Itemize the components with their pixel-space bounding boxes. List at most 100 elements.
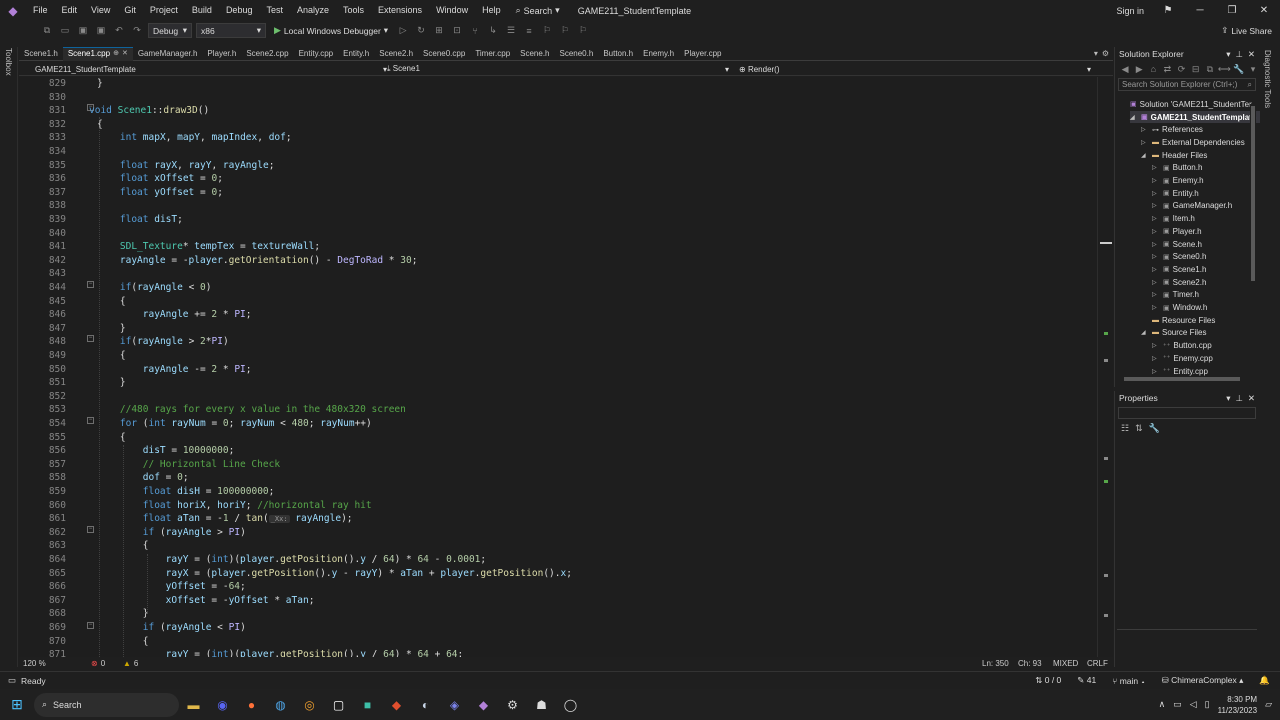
windows-start-icon[interactable]: ⊞ [0,689,34,720]
tab-list-icon[interactable]: ▾ [1094,47,1098,61]
editor-scrollbar[interactable] [1097,77,1113,657]
clock[interactable]: 8:30 PM 11/23/2023 [1218,694,1257,716]
collapsed-arrow-icon[interactable]: ▷ [1152,164,1160,171]
menu-project[interactable]: Project [143,0,185,21]
tree-item[interactable]: ▷ ▣ Enemy.h [1152,174,1260,187]
tab-scene1-cpp[interactable]: Scene1.cpp ⊕ ✕ [62,46,133,61]
live-share-button[interactable]: ⇪ Live Share [1221,21,1272,40]
start-without-debug-icon[interactable]: ▷ [396,24,410,38]
collapsed-arrow-icon[interactable]: ▷ [1152,355,1160,362]
save-icon[interactable]: ▣ [76,24,90,38]
menu-test[interactable]: Test [259,0,290,21]
run-debugger-button[interactable]: ▶ Local Windows Debugger ▾ [270,25,392,36]
search-menu[interactable]: ⌕ Search ▾ [508,5,568,16]
feedback-icon[interactable]: ⚑ [1152,0,1184,21]
tree-item[interactable]: ▷ ▣ GameManager.h [1152,200,1260,213]
tree-item[interactable]: ▷ ▣ Button.h [1152,162,1260,175]
collapsed-arrow-icon[interactable]: ▷ [1152,291,1160,298]
diagnostic-tools-tab[interactable]: Diagnostic Tools [1263,50,1272,108]
close-icon[interactable]: ✕ [122,47,128,61]
volume-icon[interactable]: ◁ [1190,699,1197,710]
properties-icon[interactable]: 🔧 [1233,62,1245,76]
properties-object-select[interactable] [1118,407,1256,419]
bookmark-prev-icon[interactable]: ⚐ [558,24,572,38]
tree-item[interactable]: ▬ Resource Files [1141,314,1260,327]
chevron-down-icon[interactable]: ▾ [1226,49,1230,60]
firefox-icon[interactable]: ● [237,689,266,720]
collapsed-arrow-icon[interactable]: ▷ [1141,139,1149,146]
tree-item[interactable]: ◢ ▬ Header Files [1141,149,1260,162]
settings-icon[interactable]: ⚙ [1102,47,1109,61]
code-editor[interactable]: 829 830 831 832 833 834 835 836 837 838 839 840 841 8… [19,77,1113,657]
collapsed-arrow-icon[interactable]: ▷ [1152,190,1160,197]
indent-mode[interactable]: MIXED [1053,659,1078,668]
menu-edit[interactable]: Edit [55,0,85,21]
battery-icon[interactable]: ▯ [1205,699,1210,710]
menu-view[interactable]: View [84,0,117,21]
redo-icon[interactable]: ↷ [130,24,144,38]
solution-search-input[interactable]: Search Solution Explorer (Ctrl+;) ⌕ [1118,78,1256,91]
visual-studio-icon[interactable]: ◆ [469,689,498,720]
collapsed-arrow-icon[interactable]: ▷ [1152,228,1160,235]
output-icon[interactable]: ▭ [8,675,16,686]
scroll-thumb[interactable] [1104,457,1108,460]
tab-timer-cpp[interactable]: Timer.cpp [470,47,515,61]
menu-build[interactable]: Build [185,0,219,21]
tab-enemy-h[interactable]: Enemy.h [638,47,679,61]
tab-scene0-cpp[interactable]: Scene0.cpp [418,47,470,61]
tab-scene2-h[interactable]: Scene2.h [374,47,418,61]
screenshot-icon[interactable]: ⊡ [450,24,464,38]
close-icon[interactable]: ✕ [1248,49,1255,60]
line-indicator[interactable]: Ln: 350 [982,659,1009,668]
tree-item[interactable]: ▷ ▣ Player.h [1152,225,1260,238]
bookmark-next-icon[interactable]: ⚐ [576,24,590,38]
menu-file[interactable]: File [26,0,55,21]
tree-item[interactable]: ▷ ▣ Scene.h [1152,238,1260,251]
tray-overflow-icon[interactable]: ∧ [1159,699,1166,710]
tree-item[interactable]: ▷ ▣ Scene2.h [1152,276,1260,289]
tab-player-cpp[interactable]: Player.cpp [679,47,726,61]
bookmark-icon[interactable]: ⚐ [540,24,554,38]
tree-item[interactable]: ◢ ▣ GAME211_StudentTemplate [1130,110,1260,124]
discord-icon[interactable]: ◉ [208,689,237,720]
tree-item[interactable]: ▷ ▣ Scene0.h [1152,250,1260,263]
office-icon[interactable]: ◆ [382,689,411,720]
expanded-arrow-icon[interactable]: ◢ [1141,329,1149,336]
collapsed-arrow-icon[interactable]: ▷ [1152,266,1160,273]
tab-entity-h[interactable]: Entity.h [338,47,374,61]
collapse-icon[interactable]: − [87,335,94,342]
collapse-icon[interactable]: − [87,281,94,288]
tab-entity-cpp[interactable]: Entity.cpp [294,47,339,61]
chrome-icon[interactable]: ◍ [266,689,295,720]
nav-class-dropdown[interactable]: ⤓ Scene1 ▾ [383,62,733,76]
menu-analyze[interactable]: Analyze [290,0,336,21]
solution-scroll-thumb[interactable] [1251,106,1255,281]
expanded-arrow-icon[interactable]: ◢ [1141,152,1149,159]
git-commits[interactable]: ✎ 41 [1077,675,1096,686]
chevron-down-icon[interactable]: ▾ [1226,393,1230,404]
network-icon[interactable]: ▭ [1173,699,1182,710]
notifications-icon[interactable]: 🔔 [1259,675,1270,686]
tab-button-h[interactable]: Button.h [598,47,638,61]
tree-item[interactable]: ▷ ⁺⁺ Button.cpp [1152,339,1260,352]
nav-project-dropdown[interactable]: GAME211_StudentTemplate ▾ [31,62,391,76]
collapsed-arrow-icon[interactable]: ▷ [1152,279,1160,286]
tab-player-h[interactable]: Player.h [202,47,241,61]
steam-icon[interactable]: ◐ [411,689,440,720]
indent-icon[interactable]: ☰ [504,24,518,38]
collapsed-arrow-icon[interactable]: ▷ [1141,126,1149,133]
tree-item[interactable]: ▷ ▣ Window.h [1152,301,1260,314]
settings-icon[interactable]: ⚙ [498,689,527,720]
hot-reload-icon[interactable]: ↻ [414,24,428,38]
tree-item[interactable]: ▷ ▣ Timer.h [1152,289,1260,302]
home-icon[interactable]: ⌂ [1147,62,1159,76]
pin-icon[interactable]: ⊕ [113,47,119,61]
warning-count[interactable]: ▲ 6 [123,659,138,668]
taskbar-search[interactable]: ⌕ Search [34,692,179,717]
toolbox-tab[interactable]: Toolbox [4,48,13,76]
collapse-icon[interactable]: − [87,622,94,629]
char-indicator[interactable]: Ch: 93 [1018,659,1042,668]
tree-item[interactable]: ▷ ⁺⁺ Enemy.cpp [1152,352,1260,365]
tree-item[interactable]: ▷ ⊶ References [1141,123,1260,136]
tab-gamemanager-h[interactable]: GameManager.h [133,47,203,61]
